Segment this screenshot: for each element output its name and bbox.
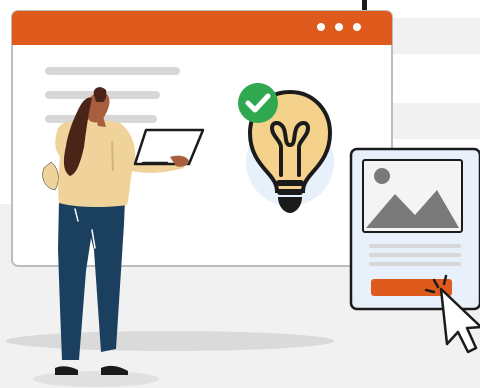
hair-top (93, 87, 107, 102)
card-text-line (369, 244, 461, 248)
floor-shadow (6, 331, 334, 351)
card-text-line (369, 262, 461, 266)
top-right-background-bar (388, 18, 480, 54)
illustration-scene (0, 0, 480, 388)
window-dots-icon (317, 23, 361, 31)
check-icon (238, 83, 278, 123)
image-placeholder-icon (362, 159, 463, 233)
card-action-button[interactable] (371, 279, 452, 296)
main-window-titlebar-base (12, 30, 392, 45)
scene-art (0, 0, 480, 388)
feet-shadow (33, 371, 159, 387)
sweater-seam (111, 140, 114, 172)
card-text-line (369, 253, 461, 257)
